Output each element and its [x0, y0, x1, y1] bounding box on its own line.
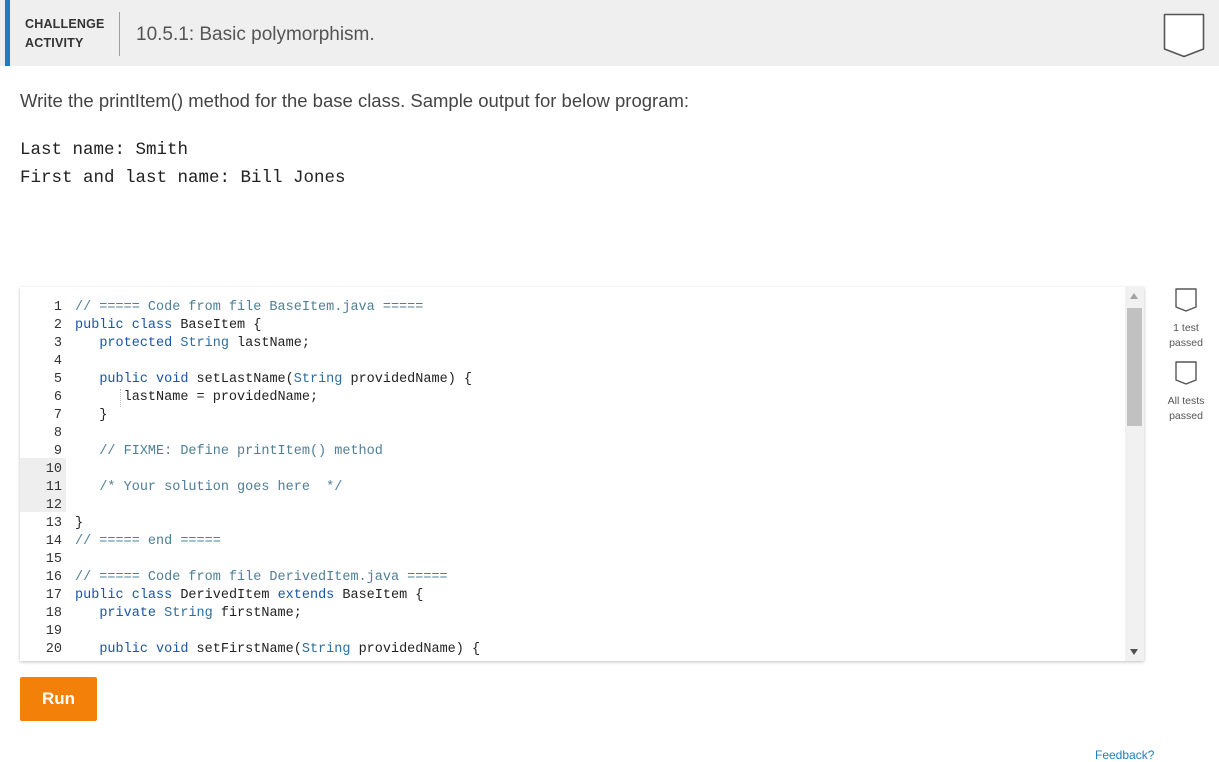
code-text[interactable]: // ===== Code from file BaseItem.java ==… — [75, 299, 423, 317]
code-line[interactable]: 1 // ===== Code from file BaseItem.java =… — [20, 299, 423, 317]
line-number: 10 — [45, 462, 62, 477]
instructions-text: Write the printItem() method for the bas… — [20, 90, 690, 111]
line-number: 15 — [45, 552, 62, 567]
code-text[interactable]: // ===== Code from file DerivedItem.java… — [75, 569, 448, 587]
scrollbar-thumb[interactable] — [1127, 308, 1142, 426]
line-number: 3 — [53, 336, 62, 351]
code-text[interactable]: protected String lastName; — [75, 335, 310, 353]
line-number: 9 — [53, 444, 62, 459]
code-text[interactable]: private String firstName; — [75, 605, 302, 623]
run-button[interactable]: Run — [20, 677, 97, 721]
line-number: 20 — [45, 642, 62, 657]
line-number: 2 — [53, 318, 62, 333]
code-line[interactable]: 6 lastName = providedName; — [20, 389, 318, 407]
code-line[interactable]: 4 — [20, 353, 62, 371]
code-text[interactable]: } — [75, 515, 83, 533]
header-divider — [119, 12, 120, 56]
code-line[interactable]: 20 public void setFirstName(String provi… — [20, 641, 480, 659]
code-line[interactable]: 19 — [20, 623, 62, 641]
badge-line-1: CHALLENGE — [25, 17, 105, 31]
test-result-1-line2: passed — [1169, 337, 1203, 349]
line-number: 19 — [45, 624, 62, 639]
code-text[interactable]: lastName = providedName; — [75, 389, 318, 407]
test-result-1[interactable]: 1 test passed — [1158, 288, 1214, 351]
line-number: 17 — [45, 588, 62, 603]
line-number: 7 — [53, 408, 62, 423]
completion-shield-icon — [1163, 13, 1205, 58]
line-number: 4 — [53, 354, 62, 369]
line-number: 12 — [45, 498, 62, 513]
line-number: 13 — [45, 516, 62, 531]
challenge-activity-badge: CHALLENGE ACTIVITY — [25, 15, 115, 53]
code-line[interactable]: 15 — [20, 551, 62, 569]
test-result-2[interactable]: All tests passed — [1158, 361, 1214, 424]
header-accent-bar — [5, 0, 10, 66]
code-line[interactable]: 18 private String firstName; — [20, 605, 302, 623]
code-line[interactable]: 8 — [20, 425, 62, 443]
scroll-down-arrow-icon[interactable] — [1130, 649, 1138, 655]
code-text[interactable]: /* Your solution goes here */ — [75, 479, 342, 497]
test-result-1-line1: 1 test — [1173, 322, 1199, 334]
line-number: 6 — [53, 390, 62, 405]
code-text[interactable]: // FIXME: Define printItem() method — [75, 443, 383, 461]
code-line[interactable]: 17 public class DerivedItem extends BaseI… — [20, 587, 424, 605]
test-result-2-line2: passed — [1169, 410, 1203, 422]
code-text[interactable]: } — [75, 407, 107, 425]
test-shield-icon — [1175, 361, 1197, 385]
test-shield-icon — [1175, 288, 1197, 312]
scroll-up-arrow-icon[interactable] — [1130, 293, 1138, 299]
test-result-2-line1: All tests — [1167, 395, 1205, 407]
code-line[interactable]: 14 // ===== end ===== — [20, 533, 221, 551]
code-line[interactable]: 16 // ===== Code from file DerivedItem.ja… — [20, 569, 448, 587]
code-line[interactable]: 11 /* Your solution goes here */ — [20, 479, 343, 497]
line-number: 1 — [53, 300, 62, 315]
line-number: 14 — [45, 534, 62, 549]
code-line[interactable]: 13} — [20, 515, 83, 533]
badge-line-2: ACTIVITY — [25, 36, 84, 50]
code-line[interactable]: 12 — [20, 497, 62, 515]
code-editor[interactable]: 1 // ===== Code from file BaseItem.java =… — [20, 287, 1144, 661]
code-lines[interactable]: 1 // ===== Code from file BaseItem.java =… — [20, 299, 480, 659]
code-text[interactable]: public class BaseItem { — [75, 317, 261, 335]
line-number: 8 — [53, 426, 62, 441]
sample-output-line: First and last name: Bill Jones — [20, 168, 346, 188]
line-number: 5 — [53, 372, 62, 387]
code-line[interactable]: 7 } — [20, 407, 108, 425]
code-text[interactable]: public class DerivedItem extends BaseIte… — [75, 587, 423, 605]
code-line[interactable]: 10 — [20, 461, 62, 479]
code-text[interactable]: public void setFirstName(String provided… — [75, 641, 480, 659]
code-line[interactable]: 3 protected String lastName; — [20, 335, 310, 353]
activity-title: 10.5.1: Basic polymorphism. — [136, 24, 375, 45]
sample-output-line: Last name: Smith — [20, 140, 189, 160]
line-number: 16 — [45, 570, 62, 585]
code-line[interactable]: 9 // FIXME: Define printItem() method — [20, 443, 383, 461]
code-line[interactable]: 2 public class BaseItem { — [20, 317, 261, 335]
sample-output: Last name: Smith First and last name: Bil… — [20, 136, 346, 192]
code-text[interactable]: // ===== end ===== — [75, 533, 221, 551]
line-number: 11 — [45, 480, 62, 495]
code-line[interactable]: 5 public void setLastName(String provide… — [20, 371, 472, 389]
line-number: 18 — [45, 606, 62, 621]
editor-vertical-scrollbar[interactable] — [1125, 287, 1144, 661]
feedback-link[interactable]: Feedback? — [1095, 748, 1154, 762]
activity-header: CHALLENGE ACTIVITY 10.5.1: Basic polymor… — [0, 0, 1219, 66]
code-text[interactable]: public void setLastName(String providedN… — [75, 371, 472, 389]
